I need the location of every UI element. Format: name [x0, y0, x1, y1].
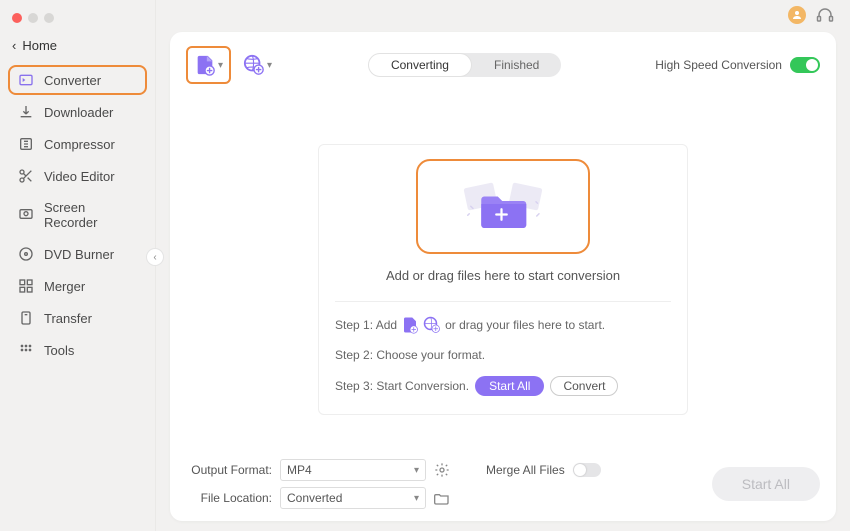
step-3: Step 3: Start Conversion. Start All Conv…	[335, 376, 671, 396]
convert-pill[interactable]: Convert	[550, 376, 618, 396]
sidebar-item-video-editor[interactable]: Video Editor	[8, 161, 147, 191]
sidebar-item-label: Compressor	[44, 137, 115, 152]
sidebar-item-downloader[interactable]: Downloader	[8, 97, 147, 127]
grid-icon	[18, 342, 34, 358]
globe-plus-icon[interactable]	[423, 316, 441, 334]
topbar	[156, 0, 850, 30]
chevron-down-icon: ▾	[267, 60, 272, 71]
output-format-value: MP4	[287, 463, 312, 477]
user-avatar-icon[interactable]	[788, 6, 806, 24]
merge-label: Merge All Files	[486, 463, 565, 477]
sidebar-item-converter[interactable]: Converter	[8, 65, 147, 95]
sidebar-item-label: DVD Burner	[44, 247, 114, 262]
bottom-bar: Output Format: MP4 ▾ Merge All Files Fil…	[186, 445, 820, 509]
transfer-icon	[18, 310, 34, 326]
add-files-dropzone[interactable]	[416, 159, 590, 254]
tab-label: Finished	[494, 58, 539, 72]
tab-converting[interactable]: Converting	[368, 53, 472, 77]
step-1: Step 1: Add or drag your files here to s…	[335, 316, 671, 334]
tab-label: Converting	[391, 58, 449, 72]
toolbar-left: ▾ ▾	[186, 46, 274, 84]
scissors-icon	[18, 168, 34, 184]
close-window-icon[interactable]	[12, 13, 22, 23]
sidebar-item-tools[interactable]: Tools	[8, 335, 147, 365]
minimize-window-icon[interactable]	[28, 13, 38, 23]
downloader-icon	[18, 104, 34, 120]
zoom-window-icon[interactable]	[44, 13, 54, 23]
settings-gear-icon[interactable]	[434, 462, 450, 478]
disc-icon	[18, 246, 34, 262]
add-url-button[interactable]: ▾	[241, 48, 274, 82]
toolbar-right: High Speed Conversion	[655, 57, 820, 73]
content-card: ▾ ▾ Converting Finished High Speed Conve…	[170, 32, 836, 521]
output-format-label: Output Format:	[186, 463, 272, 477]
sidebar-item-transfer[interactable]: Transfer	[8, 303, 147, 333]
window-traffic-lights	[0, 6, 155, 30]
high-speed-label: High Speed Conversion	[655, 58, 782, 72]
home-label: Home	[22, 38, 57, 53]
status-tabs: Converting Finished	[368, 53, 561, 77]
file-location-value: Converted	[287, 491, 342, 505]
file-location-select[interactable]: Converted ▾	[280, 487, 426, 509]
nav: Converter Downloader Compressor Video Ed…	[0, 61, 155, 369]
add-file-button[interactable]: ▾	[186, 46, 231, 84]
screen-recorder-icon	[18, 207, 34, 223]
compressor-icon	[18, 136, 34, 152]
support-headset-icon[interactable]	[816, 6, 834, 24]
start-all-label: Start All	[742, 476, 790, 492]
start-all-pill[interactable]: Start All	[475, 376, 544, 396]
converter-icon	[18, 72, 34, 88]
folder-plus-icon	[458, 169, 548, 239]
high-speed-toggle[interactable]	[790, 57, 820, 73]
drop-text: Add or drag files here to start conversi…	[386, 268, 620, 283]
merge-toggle[interactable]	[573, 463, 601, 477]
drop-area: Add or drag files here to start conversi…	[318, 144, 688, 415]
sidebar-collapse-button[interactable]: ‹	[146, 248, 164, 266]
sidebar-item-label: Video Editor	[44, 169, 115, 184]
tab-finished[interactable]: Finished	[472, 53, 561, 77]
output-format-select[interactable]: MP4 ▾	[280, 459, 426, 481]
step3-text: Step 3: Start Conversion.	[335, 379, 469, 393]
merger-icon	[18, 278, 34, 294]
chevron-down-icon: ▾	[414, 493, 419, 504]
sidebar-item-screen-recorder[interactable]: Screen Recorder	[8, 193, 147, 237]
open-folder-icon[interactable]	[434, 490, 450, 506]
step1-post: or drag your files here to start.	[445, 318, 605, 332]
toolbar: ▾ ▾ Converting Finished High Speed Conve…	[186, 46, 820, 84]
steps: Step 1: Add or drag your files here to s…	[335, 301, 671, 396]
sidebar-item-compressor[interactable]: Compressor	[8, 129, 147, 159]
home-button[interactable]: ‹ Home	[0, 30, 155, 61]
sidebar-item-merger[interactable]: Merger	[8, 271, 147, 301]
file-location-label: File Location:	[186, 491, 272, 505]
chevron-down-icon: ▾	[414, 465, 419, 476]
sidebar-item-label: Converter	[44, 73, 101, 88]
sidebar-item-label: Merger	[44, 279, 85, 294]
sidebar-item-label: Screen Recorder	[44, 200, 137, 230]
sidebar-item-label: Transfer	[44, 311, 92, 326]
chevron-down-icon: ▾	[218, 60, 223, 71]
bottom-labels: Output Format: MP4 ▾ Merge All Files Fil…	[186, 459, 601, 509]
main: ‹ ▾ ▾ Converting Finished	[156, 0, 850, 531]
sidebar: ‹ Home Converter Downloader Compressor	[0, 0, 156, 531]
step-2: Step 2: Choose your format.	[335, 348, 671, 362]
step1-pre: Step 1: Add	[335, 318, 397, 332]
file-plus-icon[interactable]	[401, 316, 419, 334]
sidebar-item-label: Downloader	[44, 105, 113, 120]
sidebar-item-dvd-burner[interactable]: DVD Burner	[8, 239, 147, 269]
sidebar-item-label: Tools	[44, 343, 74, 358]
start-all-button[interactable]: Start All	[712, 467, 820, 501]
chevron-left-icon: ‹	[12, 38, 16, 53]
